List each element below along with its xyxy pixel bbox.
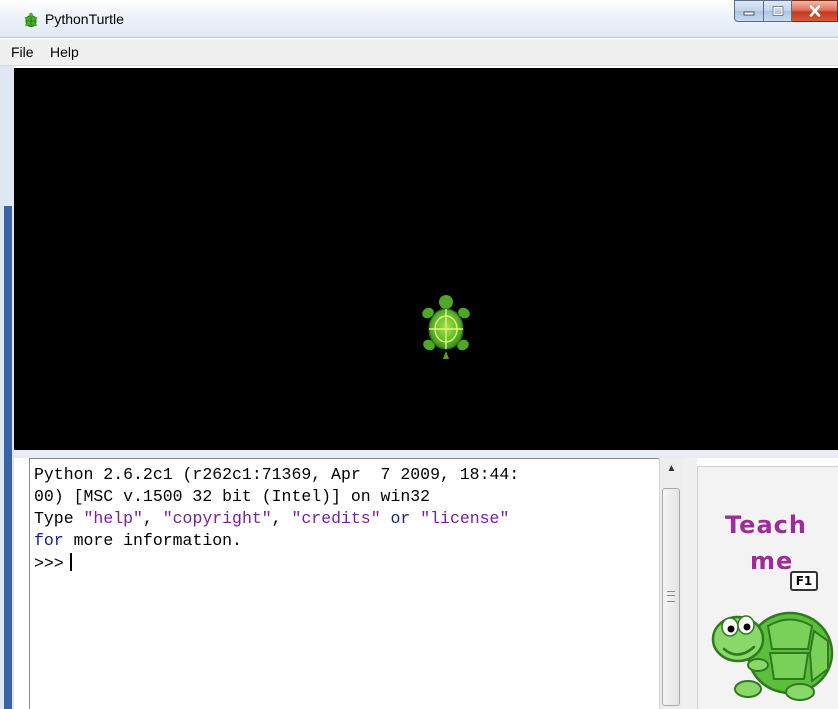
shell-input-line[interactable]: >>> [34,553,72,573]
minimize-icon [743,11,755,16]
menu-help[interactable]: Help [50,44,79,60]
shell-output-line: for more information. [34,531,242,550]
shell-text-segment [381,509,391,528]
close-icon [809,5,820,17]
text-cursor [69,553,72,571]
f1-key-badge: F1 [790,571,818,591]
teach-me-label-line2: me [750,547,794,575]
shell-prompt: >>> [34,554,64,573]
shell-output-line: Python 2.6.2c1 (r262c1:71369, Apr 7 2009… [34,465,519,484]
shell-text-segment: , [142,509,163,528]
shell-text-segment: Type [34,509,84,528]
close-button[interactable] [792,0,838,22]
shell-text-segment: 00) [MSC v.1500 32 bit (Intel)] on win32 [34,487,431,506]
maximize-button[interactable] [764,0,792,22]
menu-bar: File Help [0,39,838,66]
shell-text-segment: more information. [63,531,242,550]
shell-text-segment: , [271,509,292,528]
shell-text-segment: "credits" [291,509,381,528]
shell-output-line: 00) [MSC v.1500 32 bit (Intel)] on win32 [34,487,430,506]
teach-me-label-line1: Teach [725,511,807,539]
window-left-edge [0,66,14,709]
window-controls [734,0,838,22]
scroll-up-arrow-icon[interactable]: ▲ [663,460,680,478]
green-turtle-icon [422,295,470,359]
menu-file[interactable]: File [11,44,34,60]
shell-text-segment: "copyright" [162,509,272,528]
turtle-canvas[interactable] [14,68,838,450]
cartoon-turtle-icon [711,611,834,701]
maximize-icon [772,6,783,16]
python-turtle-app-icon [24,12,38,27]
shell-text-segment: "help" [83,509,143,528]
shell-text-segment [410,509,420,528]
minimize-button[interactable] [734,0,764,22]
shell-scrollbar[interactable]: ▲ [659,458,683,709]
window-title: PythonTurtle [45,11,124,27]
teach-me-button[interactable]: Teach me F1 [697,466,838,709]
shell-output-line: Type "help", "copyright", "credits" or "… [34,509,509,528]
shell-text-segment: Python 2.6.2c1 (r262c1:71369, Apr 7 2009… [34,465,520,484]
shell-text-segment: "license" [420,509,510,528]
shell-text-segment: or [390,509,411,528]
grip-icon [667,591,675,602]
shell-text-segment: for [34,531,64,550]
pane-splitter[interactable] [14,450,838,458]
title-bar[interactable]: PythonTurtle [0,0,838,38]
python-shell[interactable]: Python 2.6.2c1 (r262c1:71369, Apr 7 2009… [29,458,659,709]
scrollbar-thumb[interactable] [662,488,680,706]
panel-gap [683,458,697,709]
